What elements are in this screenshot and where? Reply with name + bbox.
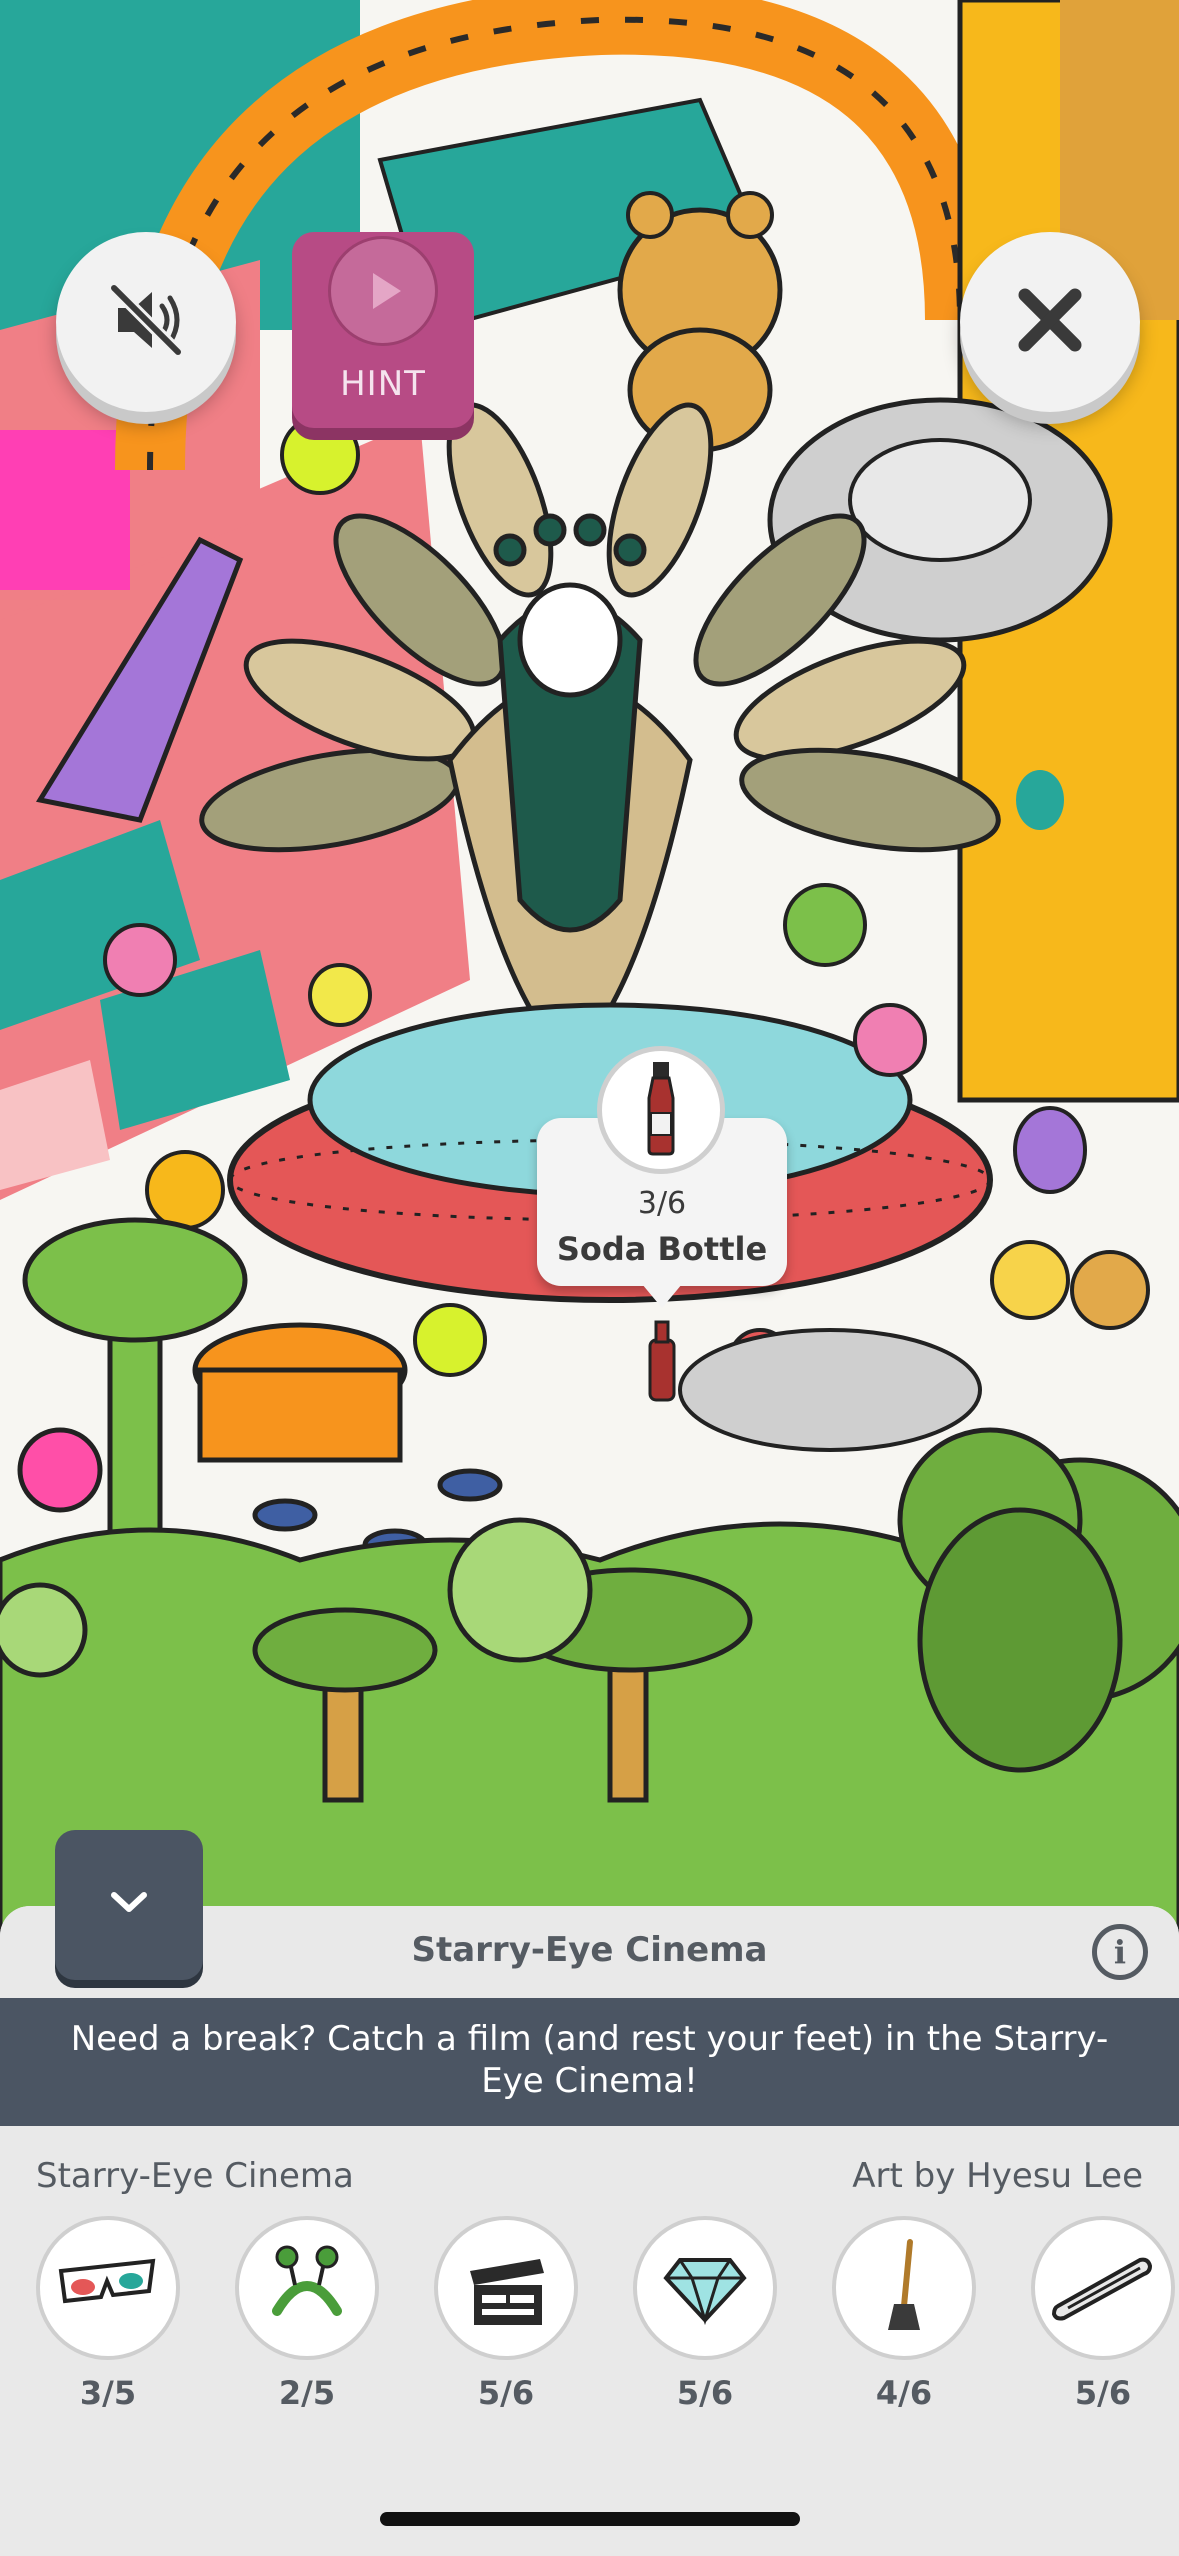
- item-count: 3/5: [79, 2374, 137, 2412]
- 3d-glasses-icon: [53, 2251, 163, 2325]
- hint-play-circle: [328, 236, 438, 346]
- item-count: 5/6: [1074, 2374, 1132, 2412]
- item-straw[interactable]: 5/6: [1031, 2216, 1175, 2412]
- play-icon: [331, 273, 435, 347]
- found-item-name: Soda Bottle: [556, 1230, 768, 1268]
- found-item-count: 3/6: [637, 1186, 687, 1221]
- item-icon-circle: [1031, 2216, 1175, 2360]
- clapperboard-icon: [456, 2241, 556, 2335]
- diamond-icon: [660, 2246, 750, 2330]
- item-icon-circle: [434, 2216, 578, 2360]
- item-count: 5/6: [676, 2374, 734, 2412]
- speaker-muted-icon: [104, 278, 188, 366]
- hint-label: HINT: [340, 364, 426, 404]
- item-broom[interactable]: 4/6: [832, 2216, 976, 2412]
- item-icon-circle: [832, 2216, 976, 2360]
- straw-icon: [1048, 2246, 1158, 2330]
- home-indicator[interactable]: [380, 2512, 800, 2526]
- item-icon-circle: [235, 2216, 379, 2360]
- broom-icon: [874, 2236, 934, 2340]
- headband-antenna-icon: [257, 2241, 357, 2335]
- items-to-find-list[interactable]: 3/5 2/5 5/6 5/6 4/6 5/6: [0, 2216, 1179, 2416]
- location-label: Starry-Eye Cinema: [36, 2156, 354, 2196]
- found-item-tooltip: 3/6 Soda Bottle: [537, 1046, 787, 1308]
- artist-credit: Art by Hyesu Lee: [852, 2156, 1143, 2196]
- item-count: 2/5: [278, 2374, 336, 2412]
- hint-button[interactable]: HINT: [292, 232, 474, 428]
- item-count: 5/6: [477, 2374, 535, 2412]
- close-icon: [1015, 285, 1085, 359]
- item-count: 4/6: [875, 2374, 933, 2412]
- info-icon: i: [1113, 1933, 1127, 1971]
- description-banner: Need a break? Catch a film (and rest you…: [0, 1998, 1179, 2126]
- item-antenna-headband[interactable]: 2/5: [235, 2216, 379, 2412]
- collapse-panel-button[interactable]: [55, 1830, 203, 1980]
- chevron-down-icon: [104, 1883, 154, 1927]
- mute-button[interactable]: [56, 232, 236, 412]
- item-icon-circle: [633, 2216, 777, 2360]
- close-button[interactable]: [960, 232, 1140, 412]
- item-clapperboard[interactable]: 5/6: [434, 2216, 578, 2412]
- info-button[interactable]: i: [1092, 1924, 1148, 1980]
- item-diamond[interactable]: 5/6: [633, 2216, 777, 2412]
- found-item-icon-circle: [597, 1046, 725, 1174]
- soda-bottle-icon: [631, 1058, 691, 1162]
- item-3d-glasses[interactable]: 3/5: [36, 2216, 180, 2412]
- item-icon-circle: [36, 2216, 180, 2360]
- bottom-panel: Starry-Eye Cinema i Need a break? Catch …: [0, 1906, 1179, 2556]
